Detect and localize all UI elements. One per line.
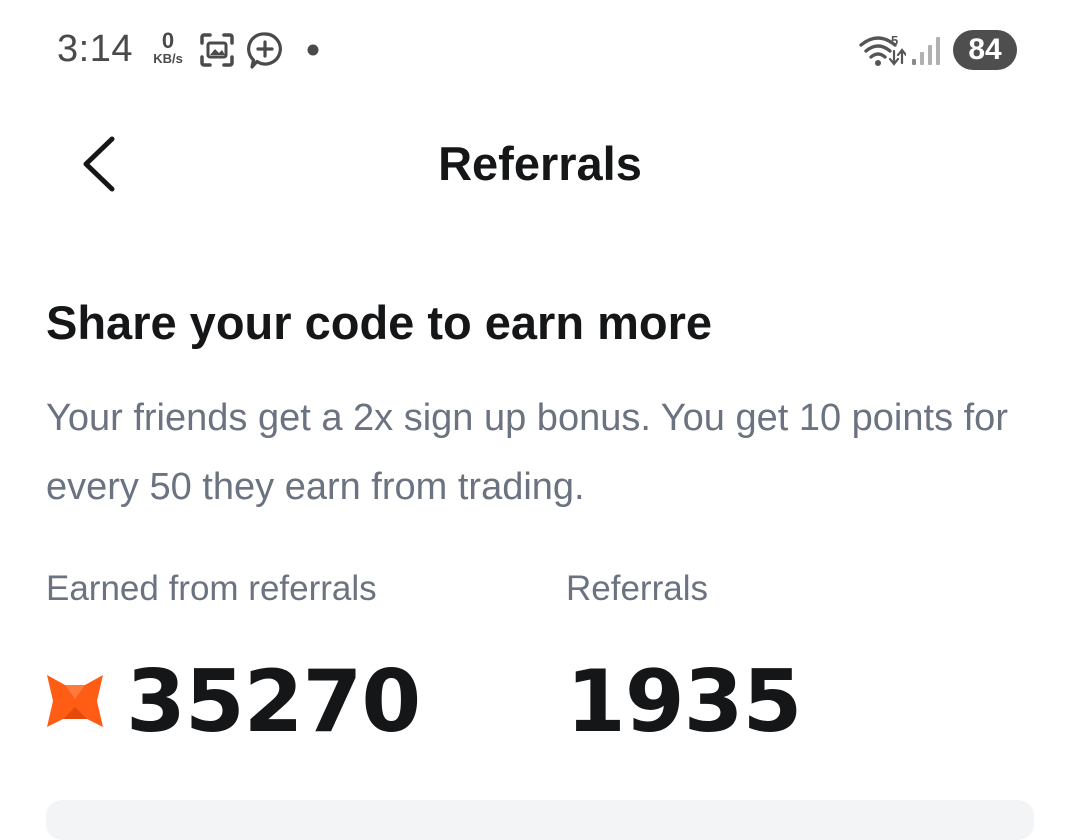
status-bar: 3:14 0 KB/s 5 84 <box>0 0 1080 100</box>
network-speed: 0 KB/s <box>147 30 189 74</box>
screenshot-icon <box>200 33 234 67</box>
battery-icon: 84 <box>953 30 1017 70</box>
network-speed-unit: KB/s <box>153 51 183 66</box>
section-headline: Share your code to earn more <box>46 296 713 349</box>
earned-points-value: 35270 <box>126 652 421 752</box>
network-speed-value: 0 <box>161 28 175 53</box>
referrals-count-label: Referrals <box>566 569 708 608</box>
fox-icon <box>47 675 103 727</box>
referrals-count-value: 1935 <box>566 652 802 752</box>
svg-text:5: 5 <box>891 33 898 48</box>
signal-icon <box>912 37 940 65</box>
wifi-icon: 5 <box>859 33 906 66</box>
status-time: 3:14 <box>57 28 133 70</box>
section-description: Your friends get a 2x sign up bonus. You… <box>46 397 1008 508</box>
page-title: Referrals <box>438 137 642 190</box>
referral-code-card[interactable] <box>46 800 1034 840</box>
add-circle-icon <box>247 32 282 69</box>
notification-dot-icon <box>307 44 319 56</box>
earned-from-referrals-label: Earned from referrals <box>46 569 377 608</box>
